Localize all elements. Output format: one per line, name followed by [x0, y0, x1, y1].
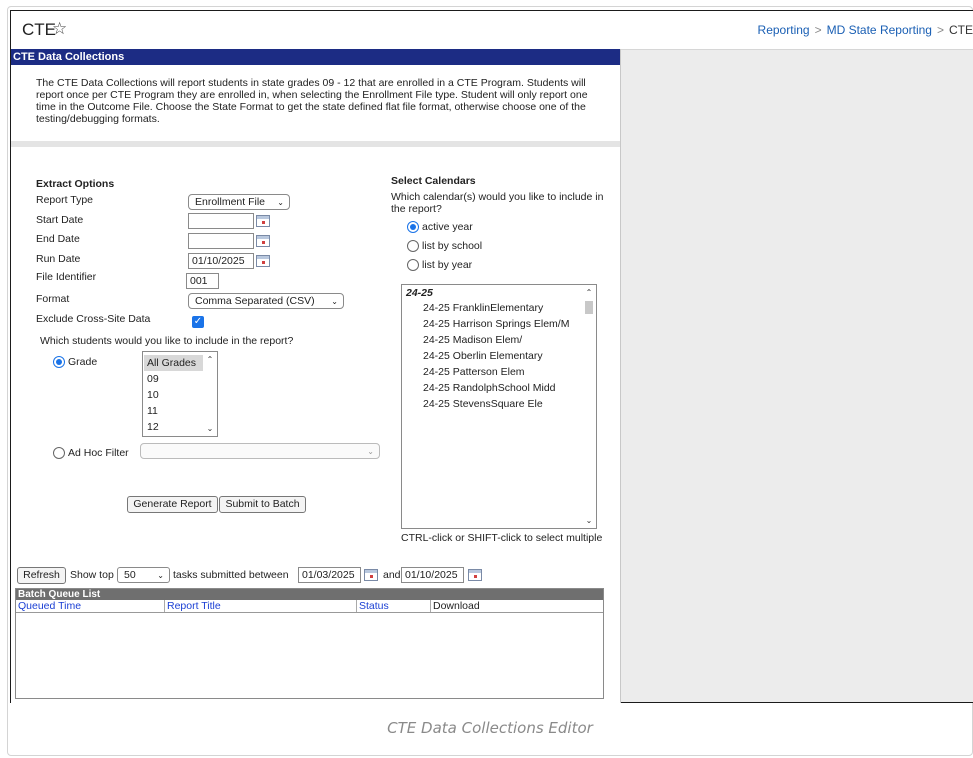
extract-options-heading: Extract Options: [36, 178, 115, 190]
grade-label: Grade: [68, 356, 98, 368]
calendar-icon[interactable]: [364, 569, 378, 581]
grade-radio[interactable]: [53, 356, 65, 368]
active-year-label: active year: [422, 221, 473, 233]
tasks-between-label: tasks submitted between: [173, 569, 289, 581]
chevron-up-icon[interactable]: ⌃: [583, 288, 595, 297]
column-download: Download: [433, 600, 480, 612]
students-question: Which students would you like to include…: [40, 335, 294, 347]
list-item[interactable]: 11: [147, 403, 158, 419]
run-date-label: Run Date: [36, 253, 81, 265]
report-type-label: Report Type: [36, 194, 94, 206]
divider: [11, 141, 620, 147]
page-title: CTE: [22, 20, 56, 39]
chevron-down-icon[interactable]: ⌄: [583, 516, 595, 525]
list-by-school-label: list by school: [422, 240, 483, 252]
batch-queue-list: Batch Queue List Queued Time Report Titl…: [15, 588, 604, 699]
column-status[interactable]: Status: [357, 600, 431, 612]
file-identifier-label: File Identifier: [36, 271, 97, 283]
show-top-select[interactable]: 50 ⌄: [117, 567, 170, 583]
calendar-select-hint: CTRL-click or SHIFT-click to select mult…: [401, 532, 603, 544]
report-type-select[interactable]: Enrollment File ⌄: [188, 194, 290, 210]
breadcrumb-reporting[interactable]: Reporting: [758, 23, 810, 37]
chevron-down-icon: ⌄: [157, 571, 164, 580]
calendar-icon[interactable]: [256, 255, 270, 267]
run-date-input[interactable]: 01/10/2025: [188, 253, 254, 269]
calendar-icon[interactable]: [256, 235, 270, 247]
show-top-value: 50: [124, 569, 136, 581]
list-item[interactable]: 24-25 Madison Elem/: [423, 332, 522, 348]
list-item[interactable]: 12: [147, 419, 159, 435]
chevron-up-icon[interactable]: ⌃: [204, 355, 216, 364]
format-label: Format: [36, 293, 70, 305]
scrollbar-thumb[interactable]: [585, 301, 593, 314]
chevron-down-icon: ⌄: [367, 447, 374, 456]
file-identifier-input[interactable]: 001: [186, 273, 219, 289]
column-report-title[interactable]: Report Title: [165, 600, 357, 612]
panel-description: The CTE Data Collections will report stu…: [36, 77, 588, 125]
top-bar: CTE ☆ Reporting > MD State Reporting > CTE: [11, 11, 973, 50]
calendar-icon[interactable]: [256, 215, 270, 227]
list-item[interactable]: 24-25 Harrison Springs Elem/M: [423, 316, 569, 332]
to-date-input[interactable]: 01/10/2025: [401, 567, 464, 583]
exclude-cross-site-label: Exclude Cross-Site Data: [36, 313, 151, 325]
grade-scrollbar[interactable]: ⌃ ⌄: [204, 353, 216, 435]
app-window: CTE ☆ Reporting > MD State Reporting > CTE C…: [10, 10, 973, 703]
format-value: Comma Separated (CSV): [195, 295, 315, 307]
submit-to-batch-button[interactable]: Submit to Batch: [219, 496, 306, 513]
chevron-down-icon: ⌄: [331, 297, 338, 306]
chevron-right-icon: >: [814, 23, 822, 37]
cte-panel: CTE Data Collections The CTE Data Collec…: [11, 49, 621, 703]
batch-queue-title: Batch Queue List: [16, 589, 603, 600]
chevron-right-icon: >: [936, 23, 944, 37]
breadcrumb-md-state-reporting[interactable]: MD State Reporting: [827, 23, 932, 37]
list-item[interactable]: 10: [147, 387, 159, 403]
ad-hoc-filter-label: Ad Hoc Filter: [68, 447, 129, 459]
column-queued-time[interactable]: Queued Time: [16, 600, 165, 612]
show-top-label: Show top: [70, 569, 114, 581]
active-year-radio[interactable]: [407, 221, 419, 233]
list-item[interactable]: All Grades: [144, 355, 203, 371]
list-by-school-radio[interactable]: [407, 240, 419, 252]
list-item[interactable]: 24-25 StevensSquare Ele: [423, 396, 543, 412]
ad-hoc-filter-select[interactable]: ⌄: [140, 443, 380, 459]
breadcrumb: Reporting > MD State Reporting > CTE: [758, 23, 973, 37]
from-date-input[interactable]: 01/03/2025: [298, 567, 361, 583]
end-date-input[interactable]: [188, 233, 254, 249]
format-select[interactable]: Comma Separated (CSV) ⌄: [188, 293, 344, 309]
calendar-group-label: 24-25: [406, 287, 433, 299]
calendar-scrollbar[interactable]: ⌃ ⌄: [583, 286, 595, 527]
end-date-label: End Date: [36, 233, 80, 245]
list-by-year-radio[interactable]: [407, 259, 419, 271]
list-item[interactable]: 24-25 Patterson Elem: [423, 364, 525, 380]
calendar-icon[interactable]: [468, 569, 482, 581]
chevron-down-icon[interactable]: ⌄: [204, 424, 216, 433]
favorite-star-icon[interactable]: ☆: [52, 19, 67, 39]
report-type-value: Enrollment File: [195, 196, 266, 208]
breadcrumb-current: CTE: [949, 23, 973, 37]
exclude-cross-site-checkbox[interactable]: ✓: [192, 316, 204, 328]
and-label: and: [383, 569, 401, 581]
chevron-down-icon: ⌄: [277, 198, 284, 207]
list-item[interactable]: 24-25 Oberlin Elementary: [423, 348, 543, 364]
list-item[interactable]: 09: [147, 371, 159, 387]
list-by-year-label: list by year: [422, 259, 473, 271]
calendar-listbox[interactable]: 24-25 24-25 FranklinElementary 24-25 Har…: [401, 284, 597, 529]
generate-report-button[interactable]: Generate Report: [127, 496, 218, 513]
refresh-button[interactable]: Refresh: [17, 567, 66, 584]
list-item[interactable]: 24-25 FranklinElementary: [423, 300, 543, 316]
list-item[interactable]: 24-25 RandolphSchool Midd: [423, 380, 556, 396]
ad-hoc-filter-radio[interactable]: [53, 447, 65, 459]
panel-title: CTE Data Collections: [11, 49, 620, 65]
select-calendars-heading: Select Calendars: [391, 175, 476, 187]
start-date-input[interactable]: [188, 213, 254, 229]
grade-listbox[interactable]: All Grades 09 10 11 12 ⌃ ⌄: [142, 351, 218, 437]
batch-queue-header: Queued Time Report Title Status Download: [16, 600, 603, 613]
calendars-question: Which calendar(s) would you like to incl…: [391, 191, 604, 215]
start-date-label: Start Date: [36, 214, 84, 226]
figure-caption: CTE Data Collections Editor: [387, 719, 593, 737]
